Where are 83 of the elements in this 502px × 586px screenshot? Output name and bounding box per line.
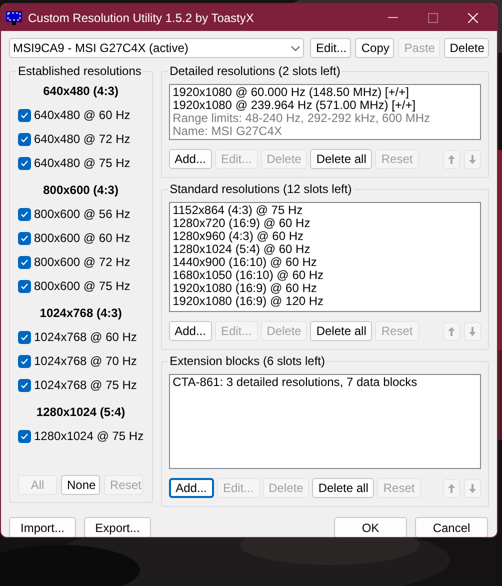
selection-button[interactable]: None <box>61 475 100 495</box>
group-heading: 640x480 (4:3) <box>42 84 120 99</box>
group-title: Detailed resolutions (2 slots left) <box>168 64 342 79</box>
checkbox[interactable] <box>18 132 31 146</box>
checkbox-label: 1024x768 @ 70 Hz <box>34 353 137 370</box>
checkbox[interactable] <box>18 280 31 292</box>
group-title: Standard resolutions (12 slots left) <box>168 182 354 197</box>
down-arrow-icon <box>469 326 476 336</box>
up-arrow-icon <box>448 484 455 492</box>
checkbox-label: 800x600 @ 60 Hz <box>34 230 130 247</box>
check-icon <box>20 110 29 120</box>
checkbox[interactable] <box>18 430 31 442</box>
checkbox-label: 800x600 @ 72 Hz <box>34 254 130 271</box>
toolbar-button[interactable]: Delete <box>444 38 490 58</box>
list-item[interactable]: 1920x1080 (16:9) @ 120 Hz <box>172 295 477 308</box>
list-item[interactable]: 1152x864 (4:3) @ 75 Hz <box>172 204 477 217</box>
list-button[interactable]: Add... <box>168 321 212 341</box>
list-box[interactable]: 1152x864 (4:3) @ 75 Hz 1280x720 (16:9) @ 60 Hz 1280x960 (4:3) @ 60 Hz 1280x1024 (5:4) @ 60 Hz 1440x900 (16:10) @ 60 Hz 1680x1050 (16:10) @ 60 Hz 1920x1080 (16:9) @ 60 Hz 1920x1080 (16:9) @ 120 Hz <box>168 202 481 312</box>
check-icon <box>20 210 29 218</box>
list-button[interactable]: Delete all <box>310 321 372 341</box>
group-heading: 1280x1024 (5:4) <box>35 405 126 420</box>
checkbox[interactable] <box>18 330 31 344</box>
list-button[interactable]: Add... <box>168 478 214 498</box>
list-item[interactable]: 1440x900 (16:10) @ 60 Hz <box>172 256 477 269</box>
group-heading: 800x600 (4:3) <box>42 183 120 198</box>
window-title: Custom Resolution Utility 1.5.2 by ToastyX <box>28 10 254 26</box>
chevron-down-icon <box>290 46 300 50</box>
checkbox-label: 1280x1024 @ 75 Hz <box>34 428 144 445</box>
toolbar-button[interactable]: Copy <box>355 38 394 58</box>
up-arrow-icon <box>448 154 455 164</box>
checkbox[interactable] <box>18 156 31 170</box>
maximize-icon[interactable] <box>428 12 438 22</box>
list-button[interactable]: Add... <box>168 149 212 169</box>
check-icon <box>20 432 29 440</box>
dropdown-value: MSI9CA9 - MSI G27C4X (active) <box>13 40 188 57</box>
check-icon <box>20 282 29 290</box>
checkbox-label: 640x480 @ 72 Hz <box>34 131 130 148</box>
list-item[interactable]: 1280x720 (16:9) @ 60 Hz <box>172 217 477 230</box>
up-arrow-icon <box>448 326 455 336</box>
group-title: Extension blocks (6 slots left) <box>168 354 327 369</box>
close-icon[interactable] <box>468 12 478 22</box>
checkbox[interactable] <box>18 256 31 268</box>
list-item[interactable]: CTA-861: 3 detailed resolutions, 7 data blocks <box>172 376 477 389</box>
check-icon <box>20 356 29 366</box>
dialog-button[interactable]: OK <box>334 517 407 537</box>
check-icon <box>20 158 29 168</box>
checkbox-label: 640x480 @ 60 Hz <box>34 107 130 124</box>
check-icon <box>20 234 29 242</box>
checkbox-label: 800x600 @ 56 Hz <box>34 206 130 223</box>
toolbar-button[interactable]: Edit... <box>310 38 352 58</box>
device-dropdown[interactable]: MSI9CA9 - MSI G27C4X (active) <box>9 38 304 58</box>
list-box[interactable]: CTA-861: 3 detailed resolutions, 7 data blocks <box>168 374 481 469</box>
checkbox[interactable] <box>18 208 31 220</box>
checkbox-label: 1024x768 @ 75 Hz <box>34 377 137 394</box>
list-button[interactable]: Delete all <box>310 149 372 169</box>
check-icon <box>20 332 29 342</box>
dialog-button[interactable]: Export... <box>84 517 151 537</box>
list-item[interactable]: Name: MSI G27C4X <box>172 125 477 138</box>
list-button[interactable]: Delete all <box>312 478 374 498</box>
dialog-button[interactable]: Import... <box>9 517 76 537</box>
list-item[interactable]: 1920x1080 @ 60.000 Hz (148.50 MHz) [+/+] <box>172 86 477 99</box>
check-icon <box>20 134 29 144</box>
check-icon <box>20 380 29 390</box>
list-item[interactable]: 1920x1080 @ 239.964 Hz (571.00 MHz) [+/+] <box>172 99 477 112</box>
checkbox-label: 640x480 @ 75 Hz <box>34 155 130 172</box>
checkbox-label: 800x600 @ 75 Hz <box>34 278 130 295</box>
checkbox[interactable] <box>18 378 31 392</box>
group-heading: 1024x768 (4:3) <box>38 306 123 321</box>
list-box[interactable]: 1920x1080 @ 60.000 Hz (148.50 MHz) [+/+] 1920x1080 @ 239.964 Hz (571.00 MHz) [+/+] Range limits: 48-240 Hz, 292-292 kHz, 600 MHz Name: MSI G27C4X <box>168 84 481 140</box>
check-icon <box>20 258 29 266</box>
checkbox-label: 1024x768 @ 60 Hz <box>34 329 137 346</box>
list-item[interactable]: 1920x1080 (16:9) @ 60 Hz <box>172 282 477 295</box>
checkbox[interactable] <box>18 232 31 244</box>
checkbox[interactable] <box>18 108 31 122</box>
list-item[interactable]: 1280x1024 (5:4) @ 60 Hz <box>172 243 477 256</box>
checkbox[interactable] <box>18 354 31 368</box>
list-item[interactable]: 1280x960 (4:3) @ 60 Hz <box>172 230 477 243</box>
down-arrow-icon <box>469 484 476 492</box>
dialog-button[interactable]: Cancel <box>415 517 488 537</box>
list-item[interactable]: Range limits: 48-240 Hz, 292-292 kHz, 600 MHz <box>172 112 477 125</box>
monitor-icon <box>6 10 22 24</box>
down-arrow-icon <box>469 154 476 164</box>
list-item[interactable]: 1680x1050 (16:10) @ 60 Hz <box>172 269 477 282</box>
